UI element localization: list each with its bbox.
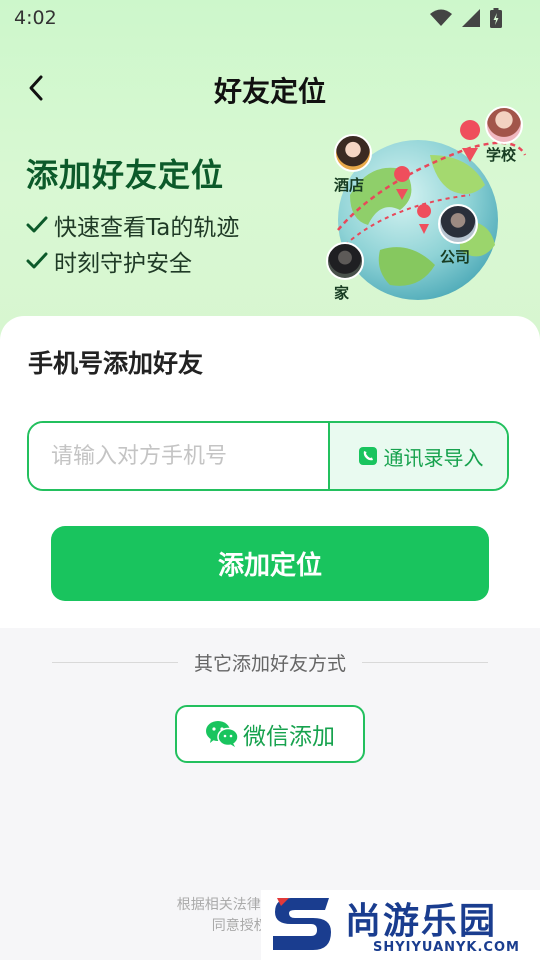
status-bar: 4:02 (0, 0, 540, 38)
place-label-school: 学校 (486, 146, 517, 164)
wechat-icon (206, 721, 239, 747)
phone-icon (358, 447, 377, 465)
place-label-hotel: 酒店 (334, 176, 365, 194)
place-label-home: 家 (334, 284, 350, 302)
feature-text: 时刻守护安全 (54, 251, 192, 277)
wifi-icon (430, 9, 452, 26)
phone-input[interactable] (29, 423, 327, 489)
watermark-url: SHYIYUANYK.COM (373, 940, 520, 955)
feature-item: 时刻守护安全 (26, 244, 192, 278)
watermark-logo-icon (273, 898, 331, 950)
globe-illustration: 学校 酒店 公司 家 (320, 100, 540, 310)
checkmark-icon (26, 252, 48, 269)
add-location-button[interactable]: 添加定位 (51, 526, 489, 601)
checkmark-icon (26, 216, 48, 233)
phone-input-group: 通讯录导入 (27, 421, 509, 491)
avatar-company (438, 204, 478, 244)
feature-text: 快速查看Ta的轨迹 (54, 215, 240, 241)
wechat-add-button[interactable]: 微信添加 (175, 705, 365, 763)
avatar-home (326, 242, 364, 280)
section-title: 手机号添加好友 (28, 349, 204, 378)
watermark-brand: 尚游乐园 (345, 901, 498, 942)
battery-icon (490, 8, 502, 28)
status-icons (430, 8, 502, 28)
place-label-company: 公司 (440, 248, 471, 266)
contacts-import-button[interactable]: 通讯录导入 (328, 423, 507, 489)
banner-title: 添加好友定位 (26, 156, 225, 194)
wechat-add-label: 微信添加 (243, 724, 335, 750)
status-time: 4:02 (14, 7, 57, 29)
avatar-hotel (334, 134, 372, 172)
other-methods-divider: 其它添加好友方式 (52, 648, 489, 676)
feature-item: 快速查看Ta的轨迹 (26, 208, 239, 242)
divider-line (362, 661, 489, 663)
divider-text: 其它添加好友方式 (194, 652, 347, 675)
contacts-import-label: 通讯录导入 (383, 445, 484, 470)
avatar-school (485, 106, 523, 144)
signal-icon (462, 9, 480, 27)
site-watermark: 尚游乐园 SHYIYUANYK.COM (261, 890, 540, 960)
phone-add-card: 手机号添加好友 通讯录导入 添加定位 (0, 316, 540, 628)
divider-line (52, 661, 178, 663)
